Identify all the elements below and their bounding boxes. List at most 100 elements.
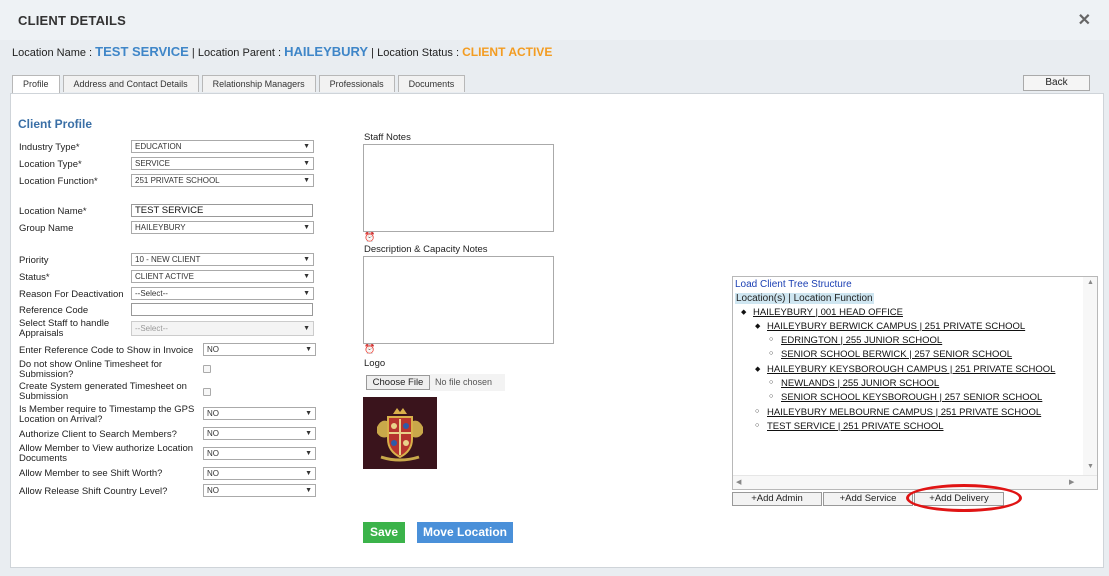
chevron-down-icon: ▼: [303, 290, 310, 297]
tree-node[interactable]: HAILEYBURY MELBOURNE CAMPUS | 251 PRIVAT…: [767, 407, 1041, 418]
shift-country-select[interactable]: NO ▼: [203, 484, 316, 497]
chevron-down-icon: ▼: [303, 325, 310, 332]
highlight-annotation: [906, 484, 1022, 512]
tree-node[interactable]: HAILEYBURY BERWICK CAMPUS | 251 PRIVATE …: [767, 321, 1025, 332]
ref-invoice-label: Enter Reference Code to Show in Invoice: [19, 345, 194, 356]
add-admin-button[interactable]: +Add Admin: [732, 492, 822, 506]
tree-node[interactable]: TEST SERVICE | 251 PRIVATE SCHOOL: [767, 421, 944, 432]
authorize-search-select[interactable]: NO ▼: [203, 427, 316, 440]
system-timesheet-checkbox[interactable]: [203, 388, 211, 396]
shift-country-value: NO: [207, 486, 219, 495]
bullet-icon: ○: [769, 379, 774, 386]
back-button[interactable]: Back: [1023, 75, 1090, 91]
tab-professionals[interactable]: Professionals: [318, 75, 395, 92]
shift-worth-label: Allow Member to see Shift Worth?: [19, 468, 163, 479]
chevron-down-icon: ▼: [303, 224, 310, 231]
priority-select[interactable]: 10 - NEW CLIENT ▼: [131, 253, 314, 266]
gps-timestamp-select[interactable]: NO ▼: [203, 407, 316, 420]
tree-node[interactable]: SENIOR SCHOOL KEYSBOROUGH | 257 SENIOR S…: [781, 392, 1042, 403]
industry-type-label: Industry Type*: [19, 142, 80, 153]
reference-code-input[interactable]: [131, 303, 313, 316]
ref-invoice-select[interactable]: NO ▼: [203, 343, 316, 356]
scroll-right-icon[interactable]: ▶: [1069, 478, 1074, 486]
view-documents-value: NO: [207, 449, 219, 458]
location-parent-value: HAILEYBURY: [284, 44, 369, 59]
location-name-value: TEST SERVICE: [95, 44, 189, 59]
status-value: CLIENT ACTIVE: [135, 272, 194, 281]
choose-file-button[interactable]: Choose File: [366, 375, 430, 390]
chevron-down-icon: ▼: [305, 346, 312, 353]
tree-node[interactable]: NEWLANDS | 255 JUNIOR SCHOOL: [781, 378, 939, 389]
tab-address-contact[interactable]: Address and Contact Details: [62, 75, 199, 92]
system-timesheet-label: Create System generated Timesheet on Sub…: [19, 381, 187, 402]
location-type-select[interactable]: SERVICE ▼: [131, 157, 314, 170]
reason-deactivation-value: --Select--: [135, 289, 168, 298]
location-function-select[interactable]: 251 PRIVATE SCHOOL ▼: [131, 174, 314, 187]
tree-node[interactable]: EDRINGTON | 255 JUNIOR SCHOOL: [781, 335, 942, 346]
scroll-left-icon[interactable]: ◀: [736, 478, 741, 486]
staff-appraisals-select[interactable]: --Select-- ▼: [131, 321, 314, 336]
tree-node[interactable]: HAILEYBURY | 001 HEAD OFFICE: [753, 307, 903, 318]
staff-notes-textarea[interactable]: [363, 144, 554, 232]
crest-icon: [363, 397, 437, 469]
view-documents-select[interactable]: NO ▼: [203, 447, 316, 460]
gps-timestamp-value: NO: [207, 409, 219, 418]
chevron-down-icon: ▼: [305, 450, 312, 457]
bullet-icon: ○: [769, 393, 774, 400]
location-summary: Location Name : TEST SERVICE | Location …: [12, 44, 552, 59]
tree-node[interactable]: SENIOR SCHOOL BERWICK | 257 SENIOR SCHOO…: [781, 349, 1012, 360]
staff-appraisals-value: --Select--: [135, 324, 168, 333]
move-location-button[interactable]: Move Location: [417, 522, 513, 543]
chevron-down-icon: ▼: [305, 410, 312, 417]
chevron-down-icon: ▼: [303, 143, 310, 150]
chevron-down-icon: ▼: [305, 430, 312, 437]
capacity-notes-label: Description & Capacity Notes: [364, 244, 488, 255]
group-name-value: HAILEYBURY: [135, 223, 186, 232]
capacity-notes-textarea[interactable]: [363, 256, 554, 344]
priority-value: 10 - NEW CLIENT: [135, 255, 201, 264]
alarm-clock-icon[interactable]: ⏰: [364, 344, 375, 355]
tree-node[interactable]: HAILEYBURY KEYSBOROUGH CAMPUS | 251 PRIV…: [767, 364, 1055, 375]
location-name-label: Location Name :: [12, 47, 93, 59]
status-select[interactable]: CLIENT ACTIVE ▼: [131, 270, 314, 283]
industry-type-value: EDUCATION: [135, 142, 182, 151]
bullet-icon: ◆: [741, 309, 747, 316]
authorize-search-label: Authorize Client to Search Members?: [19, 429, 177, 440]
tab-relationship-managers[interactable]: Relationship Managers: [201, 75, 316, 92]
group-name-select[interactable]: HAILEYBURY ▼: [131, 221, 314, 234]
online-timesheet-checkbox[interactable]: [203, 365, 211, 373]
scroll-down-icon[interactable]: ▼: [1087, 463, 1094, 470]
chevron-down-icon: ▼: [303, 256, 310, 263]
tree-header: Location(s) | Location Function: [735, 293, 874, 304]
location-status-label: | Location Status :: [371, 47, 460, 59]
location-name-input[interactable]: TEST SERVICE: [131, 204, 313, 217]
file-status: No file chosen: [430, 374, 505, 391]
location-function-value: 251 PRIVATE SCHOOL: [135, 176, 220, 185]
reason-deactivation-select[interactable]: --Select-- ▼: [131, 287, 314, 300]
chevron-down-icon: ▼: [303, 160, 310, 167]
location-status-value: CLIENT ACTIVE: [462, 45, 553, 59]
tab-documents[interactable]: Documents: [397, 75, 466, 92]
dialog-title: CLIENT DETAILS: [18, 13, 126, 28]
horizontal-scrollbar[interactable]: ◀ ▶: [733, 475, 1097, 489]
alarm-clock-icon[interactable]: ⏰: [364, 232, 375, 243]
bullet-icon: ○: [769, 350, 774, 357]
bullet-icon: ◆: [755, 366, 761, 373]
authorize-search-value: NO: [207, 429, 219, 438]
online-timesheet-label: Do not show Online Timesheet for Submiss…: [19, 359, 163, 380]
vertical-scrollbar[interactable]: ▲ ▼: [1083, 277, 1097, 475]
group-name-label: Group Name: [19, 223, 74, 234]
close-icon[interactable]: ✕: [1078, 10, 1091, 30]
client-profile-title: Client Profile: [18, 117, 93, 131]
add-service-button[interactable]: +Add Service: [823, 492, 913, 506]
scroll-up-icon[interactable]: ▲: [1087, 279, 1094, 286]
save-button[interactable]: Save: [363, 522, 405, 543]
chevron-down-icon: ▼: [303, 177, 310, 184]
load-tree-link[interactable]: Load Client Tree Structure: [735, 279, 852, 290]
status-label: Status*: [19, 272, 50, 283]
ref-invoice-value: NO: [207, 345, 219, 354]
industry-type-select[interactable]: EDUCATION ▼: [131, 140, 314, 153]
shift-worth-select[interactable]: NO ▼: [203, 467, 316, 480]
tab-profile[interactable]: Profile: [12, 75, 60, 93]
reference-code-label: Reference Code: [19, 305, 89, 316]
